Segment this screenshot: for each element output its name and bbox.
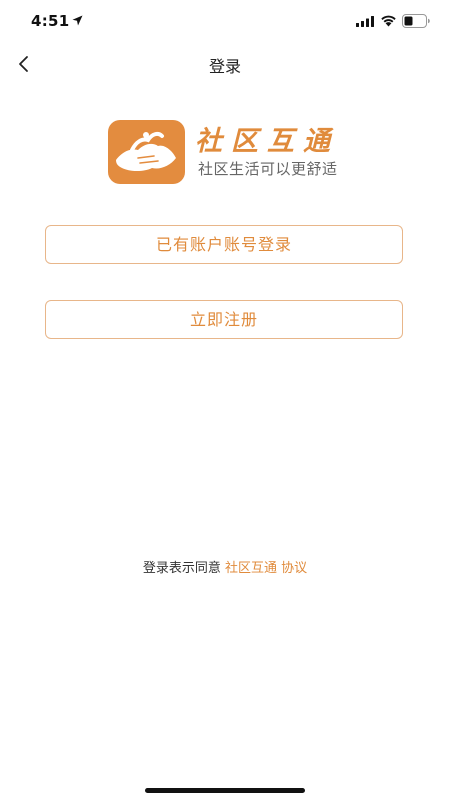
brand-header: 社区互通 社区生活可以更舒适 xyxy=(108,120,358,186)
brand-slogan: 社区生活可以更舒适 xyxy=(198,160,338,178)
nav-bar: 登录 xyxy=(0,44,450,84)
battery-icon xyxy=(402,14,430,28)
page-title: 登录 xyxy=(208,57,241,76)
status-time: 4:51 xyxy=(31,12,70,30)
agreement-text: 登录表示同意 社区互通 协议 xyxy=(0,557,450,576)
account-login-button[interactable]: 已有账户账号登录 xyxy=(45,225,403,264)
home-indicator[interactable] xyxy=(145,788,305,793)
app-logo xyxy=(108,120,185,184)
brand-name: 社区互通 xyxy=(195,126,339,157)
wifi-icon xyxy=(381,15,396,27)
handshake-icon xyxy=(116,131,176,171)
app-name-link[interactable]: 社区互通 xyxy=(225,561,277,576)
agreement-prefix: 登录表示同意 xyxy=(142,561,221,576)
location-arrow-icon xyxy=(72,15,83,26)
status-bar: 4:51 xyxy=(0,0,450,44)
protocol-link[interactable]: 协议 xyxy=(281,561,307,576)
register-button[interactable]: 立即注册 xyxy=(45,300,403,339)
signal-icon xyxy=(356,16,374,27)
